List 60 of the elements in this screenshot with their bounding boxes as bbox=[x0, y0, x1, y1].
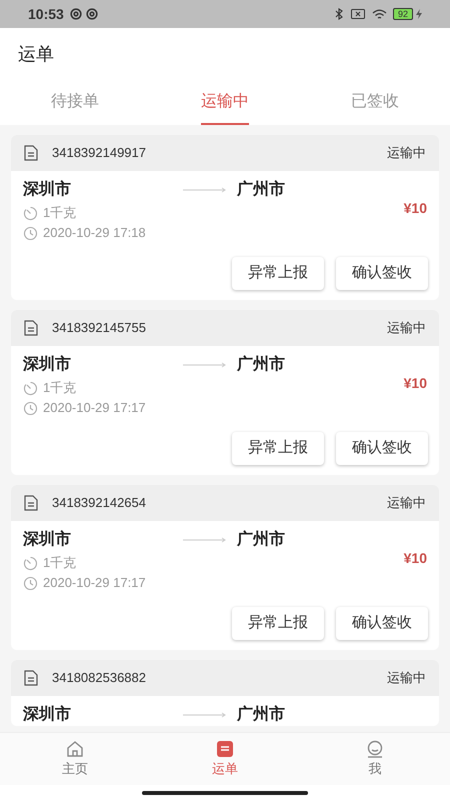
time-text: 2020-10-29 17:18 bbox=[43, 224, 146, 242]
action-button[interactable]: 异常上报 bbox=[232, 257, 324, 290]
order-number: 3418082536882 bbox=[52, 669, 146, 688]
destination-city: 广州市 bbox=[237, 354, 285, 375]
weight-text: 1千克 bbox=[43, 379, 76, 398]
home-icon bbox=[66, 740, 84, 758]
wifi-icon bbox=[372, 8, 387, 20]
charging-icon bbox=[416, 9, 422, 19]
order-status: 运输中 bbox=[387, 144, 426, 162]
document-icon bbox=[24, 495, 38, 511]
face-icon bbox=[366, 740, 384, 758]
document-icon bbox=[24, 320, 38, 336]
page-title: 运单 bbox=[18, 42, 54, 66]
document-icon bbox=[24, 145, 38, 161]
price-text: ¥10 bbox=[404, 548, 427, 568]
weight-text: 1千克 bbox=[43, 204, 76, 222]
order-status: 运输中 bbox=[387, 669, 426, 688]
clock-icon bbox=[23, 400, 38, 416]
arrow-icon bbox=[183, 362, 227, 368]
nav-item[interactable]: 运单 bbox=[150, 733, 300, 785]
timer-icon bbox=[23, 380, 38, 396]
action-button[interactable]: 异常上报 bbox=[232, 432, 324, 465]
destination-city: 广州市 bbox=[237, 179, 285, 200]
price-text: ¥10 bbox=[404, 374, 427, 392]
order-number: 3418392145755 bbox=[52, 319, 146, 338]
origin-city: 深圳市 bbox=[23, 529, 72, 550]
arrow-icon bbox=[183, 187, 227, 193]
notification-icon bbox=[86, 8, 98, 20]
action-button[interactable]: 异常上报 bbox=[232, 607, 324, 640]
time-text: 2020-10-29 17:17 bbox=[43, 399, 146, 418]
document-icon bbox=[216, 740, 234, 758]
weight-text: 1千克 bbox=[43, 554, 76, 572]
arrow-icon bbox=[183, 712, 227, 718]
order-number: 3418392149917 bbox=[52, 144, 146, 162]
clock-icon bbox=[23, 226, 38, 240]
origin-city: 深圳市 bbox=[23, 704, 72, 725]
price-text: ¥10 bbox=[404, 198, 427, 218]
origin-city: 深圳市 bbox=[23, 179, 72, 200]
status-time: 10:53 bbox=[28, 4, 64, 24]
battery-indicator: 92 bbox=[392, 8, 413, 20]
nav-item[interactable]: 我 bbox=[300, 733, 450, 785]
destination-city: 广州市 bbox=[237, 704, 285, 725]
document-icon bbox=[24, 670, 38, 686]
origin-city: 深圳市 bbox=[23, 354, 72, 375]
order-status: 运输中 bbox=[387, 494, 426, 512]
arrow-icon bbox=[183, 537, 227, 543]
action-button[interactable]: 确认签收 bbox=[336, 257, 428, 290]
action-button[interactable]: 确认签收 bbox=[336, 607, 428, 640]
sim-icon bbox=[350, 9, 365, 19]
nav-item[interactable]: 主页 bbox=[0, 733, 150, 785]
notification-icon bbox=[70, 8, 82, 20]
time-text: 2020-10-29 17:17 bbox=[43, 574, 146, 592]
action-button[interactable]: 确认签收 bbox=[336, 432, 428, 465]
order-number: 3418392142654 bbox=[52, 494, 146, 512]
clock-icon bbox=[23, 576, 38, 590]
timer-icon bbox=[23, 206, 38, 220]
bluetooth-icon bbox=[334, 8, 343, 20]
timer-icon bbox=[23, 556, 38, 570]
order-status: 运输中 bbox=[387, 319, 426, 338]
destination-city: 广州市 bbox=[237, 529, 285, 550]
